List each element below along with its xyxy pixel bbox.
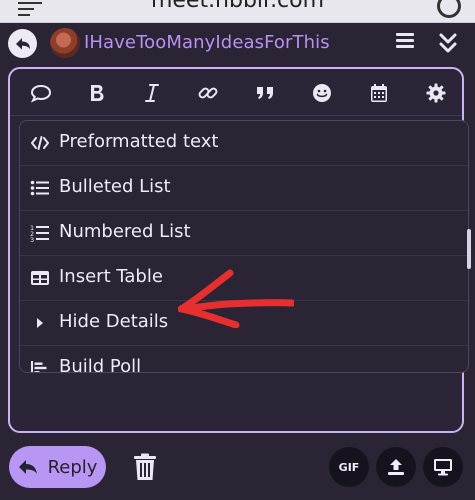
menu-item-label: Insert Table [59,266,163,287]
upload-icon [388,459,404,475]
menu-item-build-poll[interactable]: Build Poll [20,346,468,373]
browser-address-bar: meet.hbblr.com [0,0,475,23]
desktop-icon [434,459,452,476]
menu-item-bulleted-list[interactable]: Bulleted List [20,166,468,211]
reply-icon [18,459,37,474]
gif-button-label: GIF [338,460,360,474]
browser-url[interactable]: meet.hbblr.com [0,0,475,13]
reply-button-label: Reply [47,456,98,478]
toggle-preview-icon[interactable] [396,33,414,49]
menu-item-label: Preformatted text [59,131,219,152]
annotation-arrow [178,269,294,328]
link-icon[interactable] [195,80,221,106]
disclosure-triangle-icon [30,313,50,333]
speech-bubble-icon[interactable] [28,80,54,106]
menu-item-label: Hide Details [59,311,169,332]
calendar-icon[interactable] [366,80,392,106]
menu-item-numbered-list[interactable]: 1 2 3 Numbered List [20,211,468,256]
menu-item-preformatted-text[interactable]: Preformatted text [20,121,468,166]
menu-item-label: Bulleted List [59,176,171,197]
menu-item-label: Numbered List [59,221,191,242]
toggle-preview-button[interactable] [423,447,463,487]
reply-to-icon[interactable] [8,29,37,58]
numbered-list-icon: 1 2 3 [30,223,50,243]
page-scrollbar[interactable] [467,229,471,269]
composer-toolbar [10,69,462,116]
collapse-composer-icon[interactable] [436,30,460,56]
bullet-list-icon [30,178,50,198]
quote-icon[interactable] [252,80,278,106]
reply-button[interactable]: Reply [9,446,106,488]
emoji-icon[interactable] [309,80,335,106]
gif-button[interactable]: GIF [329,447,369,487]
code-icon [30,133,50,153]
gear-icon[interactable] [423,80,449,106]
reply-header: IHaveTooManyIdeasForThis [0,22,475,64]
avatar[interactable] [50,28,80,58]
poll-icon [30,358,50,372]
upload-button[interactable] [376,447,416,487]
menu-item-label: Build Poll [59,356,142,373]
bold-icon[interactable] [84,80,110,106]
composer: Preformatted text Bulleted List 1 2 3 Nu… [8,67,469,433]
composer-options-menu: Preformatted text Bulleted List 1 2 3 Nu… [19,120,469,373]
svg-text:3: 3 [30,236,34,242]
trash-icon[interactable] [133,453,157,481]
reply-username[interactable]: IHaveTooManyIdeasForThis [84,32,330,53]
italic-icon[interactable] [139,80,165,106]
browser-reload-icon[interactable] [437,0,461,18]
table-icon [30,268,50,288]
